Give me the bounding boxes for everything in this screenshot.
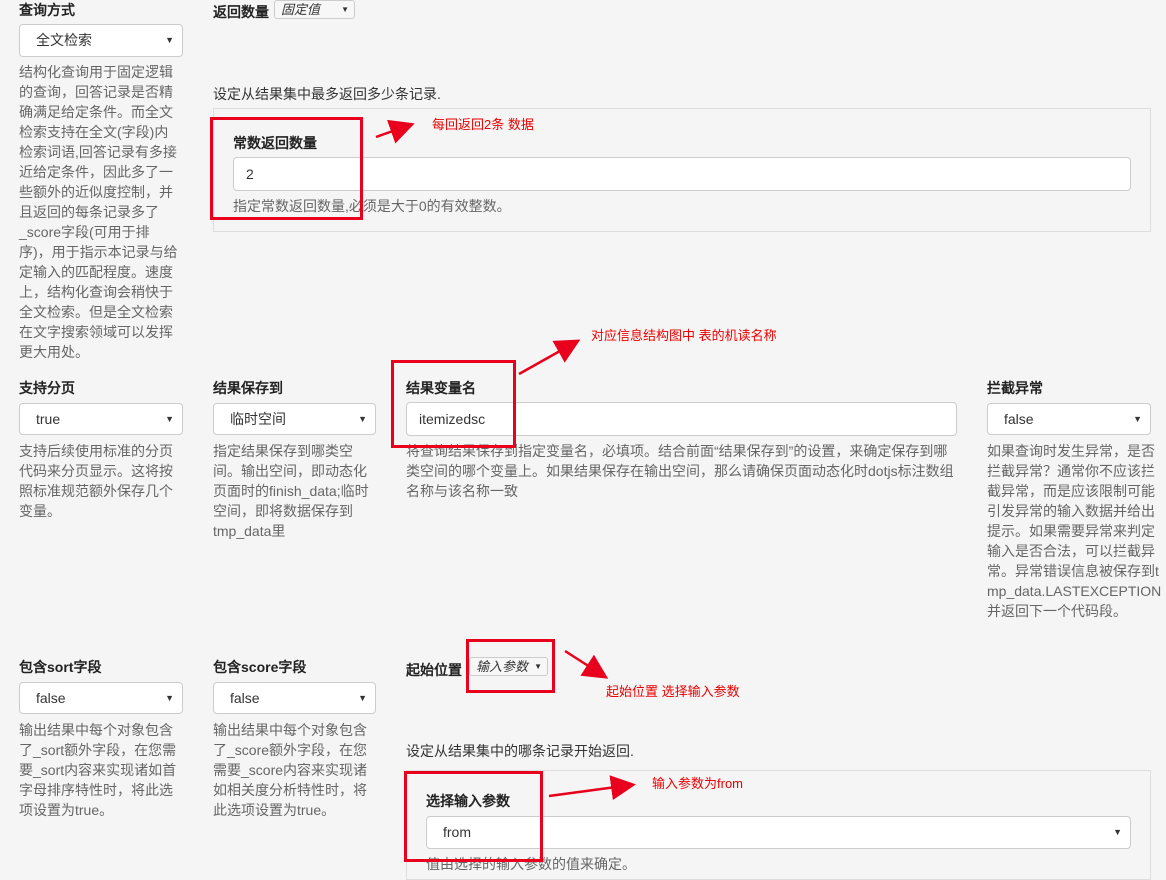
start-pos-label: 起始位置 [406,662,462,678]
chevron-down-icon: ▼ [165,414,174,424]
paging-label: 支持分页 [19,380,75,396]
chevron-down-icon: ▼ [165,693,174,703]
return-count-mode-select[interactable]: 固定值 ▼ [274,0,355,19]
score-field-help: 输出结果中每个对象包含了_score额外字段，在您需要_score内容来实现诸如… [213,722,368,818]
score-field-select[interactable]: false ▼ [213,682,376,714]
result-save-label: 结果保存到 [213,380,283,396]
param-value: from [443,824,471,840]
chevron-down-icon: ▼ [1113,827,1122,837]
return-count-label: 返回数量 [213,4,269,20]
chevron-down-icon: ▼ [341,5,349,14]
param-select[interactable]: from ▼ [426,816,1131,849]
arrow-startpos [564,649,609,679]
result-var-help: 将查询结果保存到指定变量名，必填项。结合前面“结果保存到”的设置，来确定保存到哪… [406,443,954,499]
query-mode-select[interactable]: 全文检索 ▼ [19,24,183,57]
intercept-label: 拦截异常 [987,380,1043,396]
sort-field-value: false [36,690,66,706]
return-count-desc: 设定从结果集中最多返回多少条记录. [213,86,441,102]
sort-field-select[interactable]: false ▼ [19,682,183,714]
start-pos-mode-value: 输入参数 [476,659,529,674]
sort-field-help: 输出结果中每个对象包含了_sort额外字段，在您需要_sort内容来实现诸如首字… [19,722,177,818]
result-save-value: 临时空间 [230,411,286,427]
chevron-down-icon: ▼ [358,693,367,703]
chevron-down-icon: ▼ [534,662,542,671]
result-save-select[interactable]: 临时空间 ▼ [213,403,376,435]
query-mode-label: 查询方式 [19,2,75,18]
annotation-text-varname: 对应信息结构图中 表的机读名称 [591,328,777,343]
query-mode-help: 结构化查询用于固定逻辑的查询，回答记录是否精确满足给定条件。而全文检索支持在全文… [19,64,178,360]
score-field-label: 包含score字段 [213,659,307,675]
intercept-select[interactable]: false ▼ [987,403,1151,435]
annotation-text-param: 输入参数为from [652,776,744,791]
paging-help: 支持后续使用标准的分页代码来分页显示。这将按照标准规范额外保存几个变量。 [19,443,173,519]
paging-select[interactable]: true ▼ [19,403,183,435]
result-var-input[interactable]: itemizedsc [406,402,957,436]
start-pos-desc: 设定从结果集中的哪条记录开始返回. [406,743,634,759]
intercept-value: false [1004,411,1034,427]
result-save-help: 指定结果保存到哪类空间。输出空间，即动态化页面时的finish_data;临时空… [213,443,369,539]
chevron-down-icon: ▼ [1133,414,1142,424]
param-label: 选择输入参数 [426,793,510,809]
param-help: 值由选择的输入参数的值来确定。 [426,856,636,872]
return-count-mode-value: 固定值 [281,2,321,17]
paging-value: true [36,411,61,427]
start-pos-mode-select[interactable]: 输入参数 ▼ [469,657,548,676]
const-count-help: 指定常数返回数量,必须是大于0的有效整数。 [233,198,511,214]
score-field-value: false [230,690,260,706]
const-count-label: 常数返回数量 [233,135,317,151]
sort-field-label: 包含sort字段 [19,659,102,675]
result-var-label: 结果变量名 [406,380,476,396]
intercept-help: 如果查询时发生异常，是否拦截异常？通常你不应该拦截异常，而是应该限制可能引发异常… [987,443,1162,619]
chevron-down-icon: ▼ [358,414,367,424]
annotation-text-count: 每回返回2条 数据 [432,117,534,132]
annotation-text-startpos: 起始位置 选择输入参数 [606,684,740,699]
query-mode-value: 全文检索 [36,32,92,48]
arrow-varname [518,339,581,376]
const-count-input[interactable]: 2 [233,157,1131,191]
chevron-down-icon: ▼ [165,35,174,45]
